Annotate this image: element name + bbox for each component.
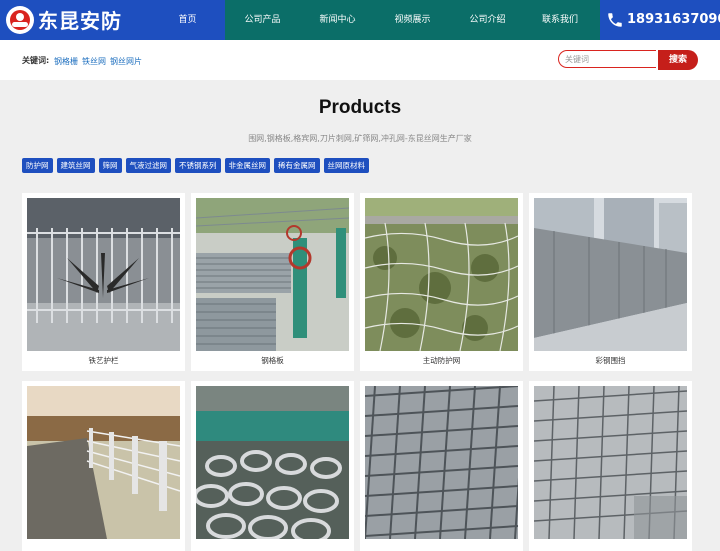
tag-item[interactable]: 气液过滤网 — [125, 158, 171, 173]
tag-item[interactable]: 防护网 — [22, 158, 53, 173]
main-nav: 首页 公司产品 新闻中心 视频展示 公司介绍 联系我们 — [150, 0, 595, 40]
product-caption[interactable]: 彩钢围挡 — [529, 355, 692, 366]
product-image[interactable] — [365, 386, 518, 539]
tag-item[interactable]: 建筑丝网 — [56, 158, 95, 173]
tag-item[interactable]: 筛网 — [98, 158, 122, 173]
keyword-link[interactable]: 钢格栅 — [54, 56, 78, 67]
product-card[interactable] — [529, 381, 692, 551]
phone-icon — [608, 13, 622, 27]
nav-item-contact[interactable]: 联系我们 — [525, 0, 595, 40]
category-tags: 防护网 建筑丝网 筛网 气液过滤网 不锈钢系列 非金属丝网 稀有金属网 丝网原材… — [22, 158, 369, 173]
product-card[interactable] — [360, 381, 523, 551]
search-input[interactable]: 关键词 — [558, 50, 656, 68]
logo-text: 东昆安防 — [38, 9, 122, 33]
product-caption[interactable]: 铁艺护栏 — [22, 355, 185, 366]
product-image[interactable] — [534, 198, 687, 351]
logo-icon — [6, 6, 34, 34]
phone-block: 18931637090 — [600, 0, 720, 40]
keyword-bar: 关键词: 钢格栅 铁丝网 钢丝网片 关键词 搜索 — [0, 40, 720, 80]
nav-item-videos[interactable]: 视频展示 — [375, 0, 450, 40]
product-card[interactable] — [22, 381, 185, 551]
product-image[interactable] — [27, 386, 180, 539]
tag-item[interactable]: 不锈钢系列 — [175, 158, 221, 173]
keywords-label: 关键词: — [22, 56, 50, 65]
product-image[interactable] — [534, 386, 687, 539]
nav-item-products[interactable]: 公司产品 — [225, 0, 300, 40]
page-title: Products — [318, 97, 402, 118]
tag-item[interactable]: 丝网原材料 — [323, 158, 369, 173]
product-card[interactable] — [191, 381, 354, 551]
product-caption[interactable]: 钢格板 — [191, 355, 354, 366]
nav-item-about[interactable]: 公司介绍 — [450, 0, 525, 40]
search-button[interactable]: 搜索 — [658, 50, 698, 70]
product-image[interactable] — [196, 198, 349, 351]
product-card[interactable]: 钢格板 — [191, 193, 354, 371]
nav-item-home[interactable]: 首页 — [150, 0, 225, 40]
product-image[interactable] — [27, 198, 180, 351]
keyword-link[interactable]: 铁丝网 — [82, 56, 106, 67]
product-image[interactable] — [365, 198, 518, 351]
keyword-link[interactable]: 钢丝网片 — [110, 56, 142, 67]
nav-item-news[interactable]: 新闻中心 — [300, 0, 375, 40]
product-caption[interactable]: 主动防护网 — [360, 355, 523, 366]
logo[interactable]: 东昆安防 — [0, 0, 150, 40]
page-subtitle: 围网,钢格板,格宾网,刀片刺网,矿筛网,冲孔网-东昆丝网生产厂家 — [248, 134, 472, 143]
product-card[interactable]: 彩钢围挡 — [529, 193, 692, 371]
product-card[interactable]: 铁艺护栏 — [22, 193, 185, 371]
phone-number[interactable]: 18931637090 — [627, 12, 720, 27]
tag-item[interactable]: 稀有金属网 — [274, 158, 320, 173]
tag-item[interactable]: 非金属丝网 — [224, 158, 270, 173]
product-card[interactable]: 主动防护网 — [360, 193, 523, 371]
product-image[interactable] — [196, 386, 349, 539]
top-nav-bar: 东昆安防 首页 公司产品 新闻中心 视频展示 公司介绍 联系我们 1893163… — [0, 0, 720, 40]
